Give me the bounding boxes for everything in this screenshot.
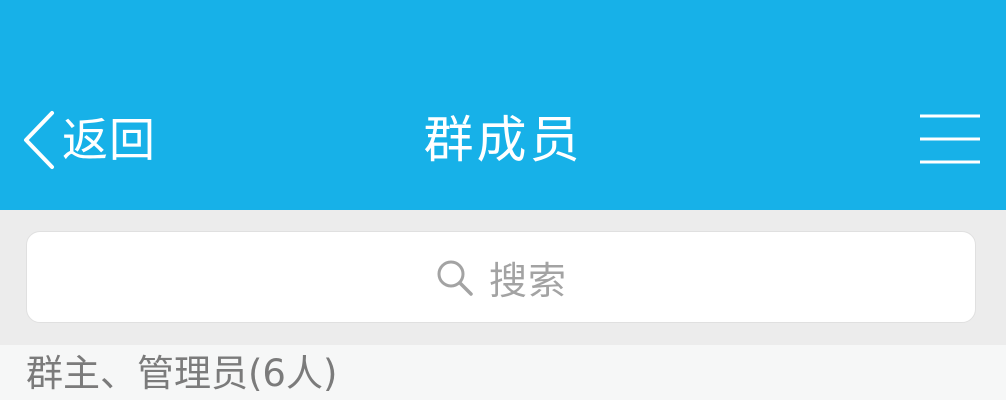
search-area: 搜索: [0, 210, 1006, 345]
page-title: 群成员: [423, 111, 583, 169]
menu-button[interactable]: [916, 110, 984, 168]
navigation-bar: 返回 群成员: [0, 0, 1006, 210]
search-icon: [437, 260, 473, 296]
search-input[interactable]: 搜索: [26, 231, 976, 323]
search-placeholder: 搜索: [488, 258, 567, 303]
section-header-admins: 群主、管理员(6人): [0, 345, 1006, 400]
section-title: 群主、管理员(6人): [26, 352, 338, 395]
hamburger-menu-icon: [920, 114, 980, 164]
group-members-screen: 返回 群成员 搜索 群主、管理员(6人): [0, 0, 1006, 400]
